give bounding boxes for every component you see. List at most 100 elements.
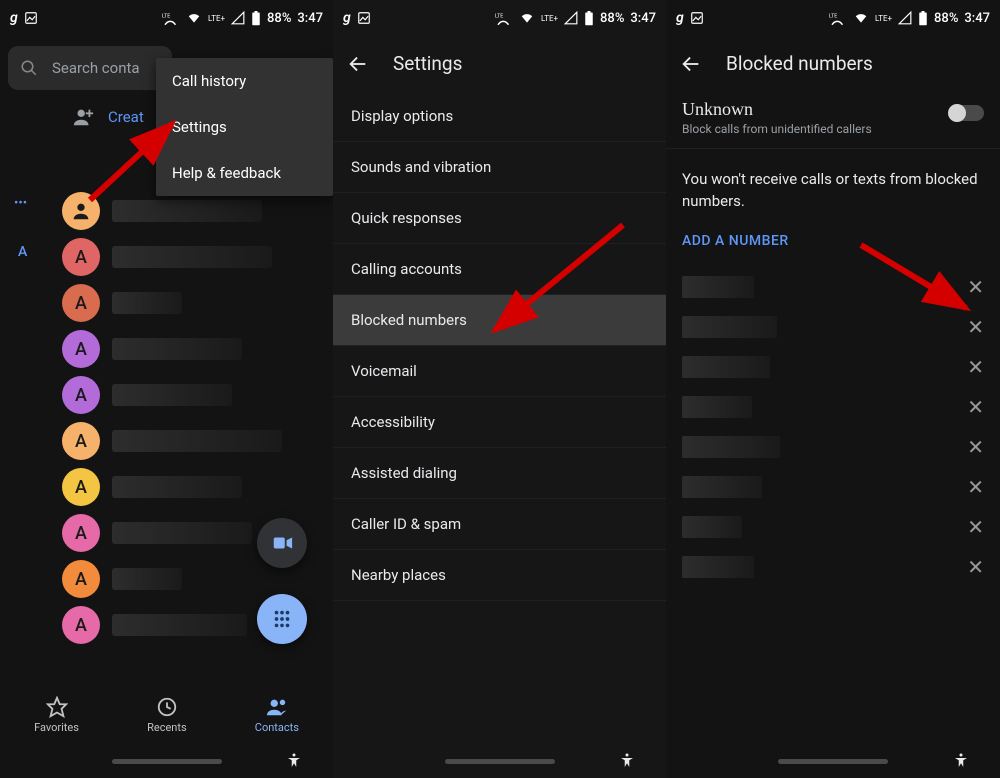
home-pill[interactable]	[778, 759, 888, 764]
image-icon	[690, 11, 704, 25]
unknown-subtitle: Block calls from unidentified callers	[682, 122, 872, 136]
status-bar: g LTE LTE+ 88% 3:47	[333, 0, 666, 36]
blocked-title: Blocked numbers	[726, 52, 873, 75]
search-placeholder: Search conta	[52, 59, 140, 77]
contact-name-redacted	[112, 292, 182, 314]
tab-recents[interactable]: Recents	[147, 696, 187, 734]
bottom-nav: Favorites Recents Contacts	[0, 686, 333, 744]
settings-item[interactable]: Sounds and vibration	[333, 142, 666, 193]
contact-row[interactable]: A	[62, 234, 325, 280]
settings-item[interactable]: Accessibility	[333, 397, 666, 448]
settings-item[interactable]: Nearby places	[333, 550, 666, 601]
avatar: A	[62, 560, 100, 598]
remove-icon[interactable]: ✕	[967, 477, 984, 497]
wifi-icon	[853, 11, 869, 25]
contact-name-redacted	[112, 246, 272, 268]
add-number-button[interactable]: ADD A NUMBER	[666, 223, 1000, 267]
settings-item[interactable]: Display options	[333, 91, 666, 142]
battery-text: 88%	[267, 11, 291, 26]
overflow-menu: Call history Settings Help & feedback	[156, 58, 333, 196]
blocked-number-redacted	[682, 316, 777, 338]
tab-contacts[interactable]: Contacts	[255, 696, 299, 734]
battery-icon	[918, 11, 928, 26]
back-icon[interactable]	[680, 53, 702, 75]
settings-title: Settings	[393, 52, 462, 75]
menu-call-history[interactable]: Call history	[156, 58, 333, 104]
system-bar	[666, 744, 1000, 778]
volte-icon: LTE	[495, 11, 513, 25]
dialpad-fab[interactable]	[257, 594, 307, 644]
settings-item[interactable]: Assisted dialing	[333, 448, 666, 499]
system-bar	[0, 744, 333, 778]
blocked-number-redacted	[682, 516, 742, 538]
signal-icon	[564, 11, 578, 25]
back-icon[interactable]	[347, 53, 369, 75]
blocked-list: ✕ ✕ ✕ ✕ ✕ ✕ ✕ ✕	[666, 267, 1000, 587]
lte-plus-icon: LTE+	[541, 14, 558, 23]
unknown-toggle[interactable]	[950, 105, 984, 121]
svg-text:LTE: LTE	[829, 13, 837, 19]
accessibility-icon[interactable]	[618, 752, 636, 770]
blocked-row: ✕	[682, 467, 984, 507]
screen-settings: g LTE LTE+ 88% 3:47 Settings Display opt…	[333, 0, 666, 778]
accessibility-icon[interactable]	[952, 752, 970, 770]
unknown-toggle-row[interactable]: Unknown Block calls from unidentified ca…	[666, 91, 1000, 149]
system-bar	[333, 744, 666, 778]
remove-icon[interactable]: ✕	[967, 317, 984, 337]
avatar: A	[62, 514, 100, 552]
blocked-row: ✕	[682, 267, 984, 307]
contact-row[interactable]: A	[62, 326, 325, 372]
contact-row[interactable]: A	[62, 280, 325, 326]
remove-icon[interactable]: ✕	[967, 557, 984, 577]
settings-item[interactable]: Blocked numbers	[333, 295, 666, 346]
blocked-row: ✕	[682, 547, 984, 587]
svg-text:LTE: LTE	[495, 13, 503, 19]
contact-name-redacted	[112, 522, 252, 544]
screen-contacts: g LTE LTE+ 88% 3:4	[0, 0, 333, 778]
remove-icon[interactable]: ✕	[967, 397, 984, 417]
search-icon	[20, 59, 38, 77]
status-bar: g LTE LTE+ 88% 3:47	[666, 0, 1000, 36]
settings-item[interactable]: Quick responses	[333, 193, 666, 244]
menu-settings[interactable]: Settings	[156, 104, 333, 150]
tab-contacts-label: Contacts	[255, 721, 299, 734]
remove-icon[interactable]: ✕	[967, 357, 984, 377]
notif-icon: g	[343, 10, 351, 26]
home-pill[interactable]	[445, 759, 555, 764]
contact-row[interactable]: A	[62, 464, 325, 510]
settings-list: Display optionsSounds and vibrationQuick…	[333, 91, 666, 601]
remove-icon[interactable]: ✕	[967, 437, 984, 457]
blocked-row: ✕	[682, 507, 984, 547]
avatar	[62, 192, 100, 230]
clock-text: 3:47	[297, 11, 323, 26]
notif-icon: g	[10, 10, 18, 26]
svg-text:LTE: LTE	[162, 13, 170, 19]
menu-help[interactable]: Help & feedback	[156, 150, 333, 196]
home-pill[interactable]	[112, 759, 222, 764]
settings-item[interactable]: Voicemail	[333, 346, 666, 397]
volte-icon: LTE	[162, 11, 180, 25]
remove-icon[interactable]: ✕	[967, 517, 984, 537]
blocked-row: ✕	[682, 347, 984, 387]
contact-name-redacted	[112, 614, 247, 636]
video-call-fab[interactable]	[257, 518, 307, 568]
settings-item[interactable]: Calling accounts	[333, 244, 666, 295]
contact-name-redacted	[112, 338, 242, 360]
person-add-icon	[72, 106, 94, 128]
avatar: A	[62, 606, 100, 644]
remove-icon[interactable]: ✕	[967, 277, 984, 297]
create-label: Creat	[108, 108, 144, 126]
settings-item[interactable]: Caller ID & spam	[333, 499, 666, 550]
blocked-number-redacted	[682, 476, 762, 498]
contact-row[interactable]: A	[62, 372, 325, 418]
tab-favorites[interactable]: Favorites	[34, 696, 79, 734]
image-icon	[357, 11, 371, 25]
contact-row[interactable]: A	[62, 418, 325, 464]
battery-text: 88%	[600, 11, 624, 26]
contact-name-redacted	[112, 476, 242, 498]
contact-name-redacted	[112, 430, 282, 452]
blocked-row: ✕	[682, 307, 984, 347]
accessibility-icon[interactable]	[285, 752, 303, 770]
search-input[interactable]: Search conta	[8, 46, 172, 90]
battery-icon	[251, 11, 261, 26]
